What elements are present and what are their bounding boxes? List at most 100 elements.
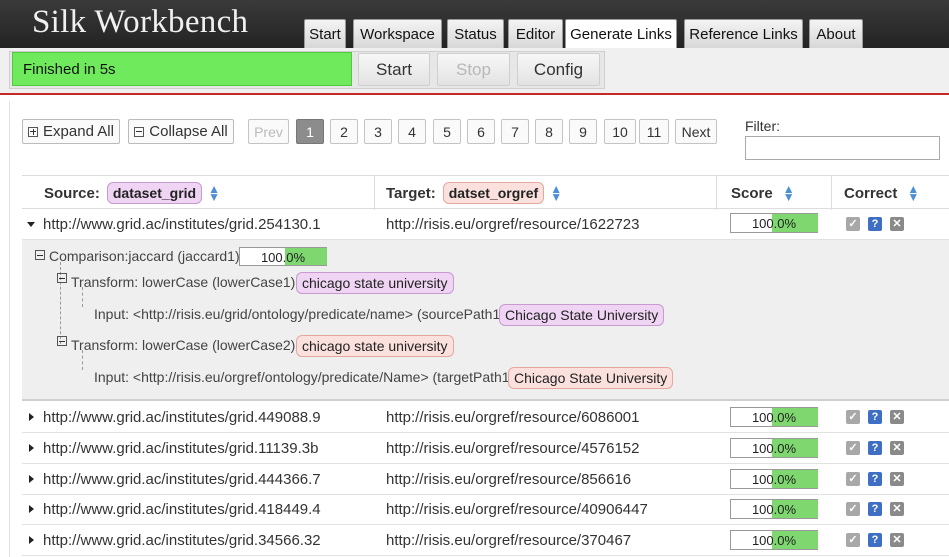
tree-line (82, 350, 83, 370)
collapse-icon[interactable] (35, 250, 45, 260)
expand-row-icon[interactable] (29, 505, 34, 513)
check-icon[interactable]: ✓ (846, 217, 860, 231)
close-icon[interactable]: ✕ (890, 441, 904, 455)
tab-workspace[interactable]: Workspace (353, 19, 442, 48)
page-button-2[interactable]: 2 (330, 119, 358, 144)
check-icon[interactable]: ✓ (846, 441, 860, 455)
start-button[interactable]: Start (358, 53, 430, 86)
score-label: 100.0% (751, 472, 797, 487)
page-button-3[interactable]: 3 (364, 119, 392, 144)
table-row[interactable]: http://www.grid.ac/institutes/grid.44436… (22, 464, 949, 495)
app-header: Silk Workbench Start Workspace Status Ed… (0, 0, 949, 48)
config-button[interactable]: Config (517, 53, 600, 86)
sort-icon[interactable]: ▲ ▼ (783, 183, 795, 203)
table-header: Source: dataset_grid ▲ ▼ Target: datset_o… (22, 175, 949, 210)
correct-header[interactable]: Correct ▲ ▼ (844, 176, 919, 210)
column-divider (716, 176, 717, 210)
score-bar: 100.0% (730, 499, 818, 519)
page-button-9[interactable]: 9 (569, 119, 597, 144)
collapse-icon (134, 126, 145, 137)
target-header[interactable]: Target: datset_orgref ▲ ▼ (386, 176, 562, 210)
page-button-5[interactable]: 5 (433, 119, 461, 144)
divider (0, 93, 949, 95)
score-header-label: Score (731, 184, 773, 202)
input1-value: Chicago State University (499, 304, 665, 326)
page-button-6[interactable]: 6 (467, 119, 495, 144)
column-divider (831, 176, 832, 210)
sort-icon[interactable]: ▲ ▼ (208, 183, 220, 203)
score-header[interactable]: Score ▲ ▼ (731, 176, 795, 210)
tab-start[interactable]: Start (304, 19, 346, 48)
correct-header-label: Correct (844, 184, 898, 202)
transform2-value: chicago state university (296, 335, 454, 357)
expand-row-icon[interactable] (29, 475, 34, 483)
collapse-row-icon[interactable] (27, 222, 35, 227)
source-header-label: Source: (44, 184, 100, 202)
page-button-8[interactable]: 8 (535, 119, 563, 144)
check-icon[interactable]: ✓ (846, 502, 860, 516)
score-label: 100.0% (751, 216, 797, 231)
filter-label: Filter: (745, 118, 780, 134)
page-button-7[interactable]: 7 (501, 119, 529, 144)
stop-button[interactable]: Stop (437, 53, 510, 86)
source-dataset-badge: dataset_grid (106, 182, 203, 204)
question-icon[interactable]: ? (868, 502, 882, 516)
sort-icon[interactable]: ▲ ▼ (907, 183, 919, 203)
comparison-score-bar: 100.0% (239, 247, 327, 266)
row-source: http://www.grid.ac/institutes/grid.25413… (43, 215, 321, 233)
tab-editor[interactable]: Editor (508, 19, 563, 48)
close-icon[interactable]: ✕ (890, 502, 904, 516)
question-icon[interactable]: ? (868, 410, 882, 424)
input2-value: Chicago State University (508, 367, 674, 389)
question-icon[interactable]: ? (868, 217, 882, 231)
check-icon[interactable]: ✓ (846, 533, 860, 547)
collapse-all-label: Collapse All (149, 123, 228, 140)
expand-row-icon[interactable] (29, 536, 34, 544)
tree-line (82, 287, 83, 307)
row-source: http://www.grid.ac/institutes/grid.41844… (43, 500, 321, 518)
question-icon[interactable]: ? (868, 472, 882, 486)
prev-page-button[interactable]: Prev (248, 119, 289, 144)
tab-status[interactable]: Status (447, 19, 504, 48)
input2-label: Input: <http://risis.eu/orgref/ontology/… (94, 369, 515, 385)
comparison-score-label: 100.0% (260, 250, 306, 265)
collapse-icon[interactable] (57, 273, 67, 283)
table-row[interactable]: http://www.grid.ac/institutes/grid.25413… (22, 209, 949, 240)
expand-all-button[interactable]: Expand All (22, 119, 120, 144)
collapse-all-button[interactable]: Collapse All (128, 119, 234, 144)
table-row[interactable]: http://www.grid.ac/institutes/grid.34566… (22, 525, 949, 556)
next-page-button[interactable]: Next (675, 119, 717, 144)
status-bar: Finished in 5s (12, 52, 352, 86)
page-button-10[interactable]: 10 (604, 119, 636, 144)
expand-row-icon[interactable] (29, 444, 34, 452)
close-icon[interactable]: ✕ (890, 410, 904, 424)
tab-about[interactable]: About (809, 19, 863, 48)
table-row[interactable]: http://www.grid.ac/institutes/grid.44908… (22, 402, 949, 433)
page-button-1[interactable]: 1 (296, 119, 324, 144)
tab-generate-links[interactable]: Generate Links (565, 19, 677, 48)
score-bar: 100.0% (730, 469, 818, 489)
filter-input[interactable] (745, 136, 940, 160)
table-row[interactable]: http://www.grid.ac/institutes/grid.11139… (22, 433, 949, 464)
check-icon[interactable]: ✓ (846, 472, 860, 486)
sort-icon[interactable]: ▲ ▼ (550, 183, 562, 203)
expand-icon (28, 126, 39, 137)
close-icon[interactable]: ✕ (890, 533, 904, 547)
row-source: http://www.grid.ac/institutes/grid.11139… (43, 439, 319, 457)
close-icon[interactable]: ✕ (890, 217, 904, 231)
score-label: 100.0% (751, 410, 797, 425)
collapse-icon[interactable] (57, 336, 67, 346)
score-label: 100.0% (751, 533, 797, 548)
page-button-11[interactable]: 11 (639, 119, 669, 144)
row-source: http://www.grid.ac/institutes/grid.34566… (43, 531, 321, 549)
tab-reference-links[interactable]: Reference Links (684, 19, 803, 48)
check-icon[interactable]: ✓ (846, 410, 860, 424)
source-header[interactable]: Source: dataset_grid ▲ ▼ (44, 176, 220, 210)
expand-row-icon[interactable] (29, 413, 34, 421)
score-bar: 100.0% (730, 407, 818, 427)
table-row[interactable]: http://www.grid.ac/institutes/grid.41844… (22, 494, 949, 525)
question-icon[interactable]: ? (868, 441, 882, 455)
question-icon[interactable]: ? (868, 533, 882, 547)
page-button-4[interactable]: 4 (398, 119, 426, 144)
close-icon[interactable]: ✕ (890, 472, 904, 486)
